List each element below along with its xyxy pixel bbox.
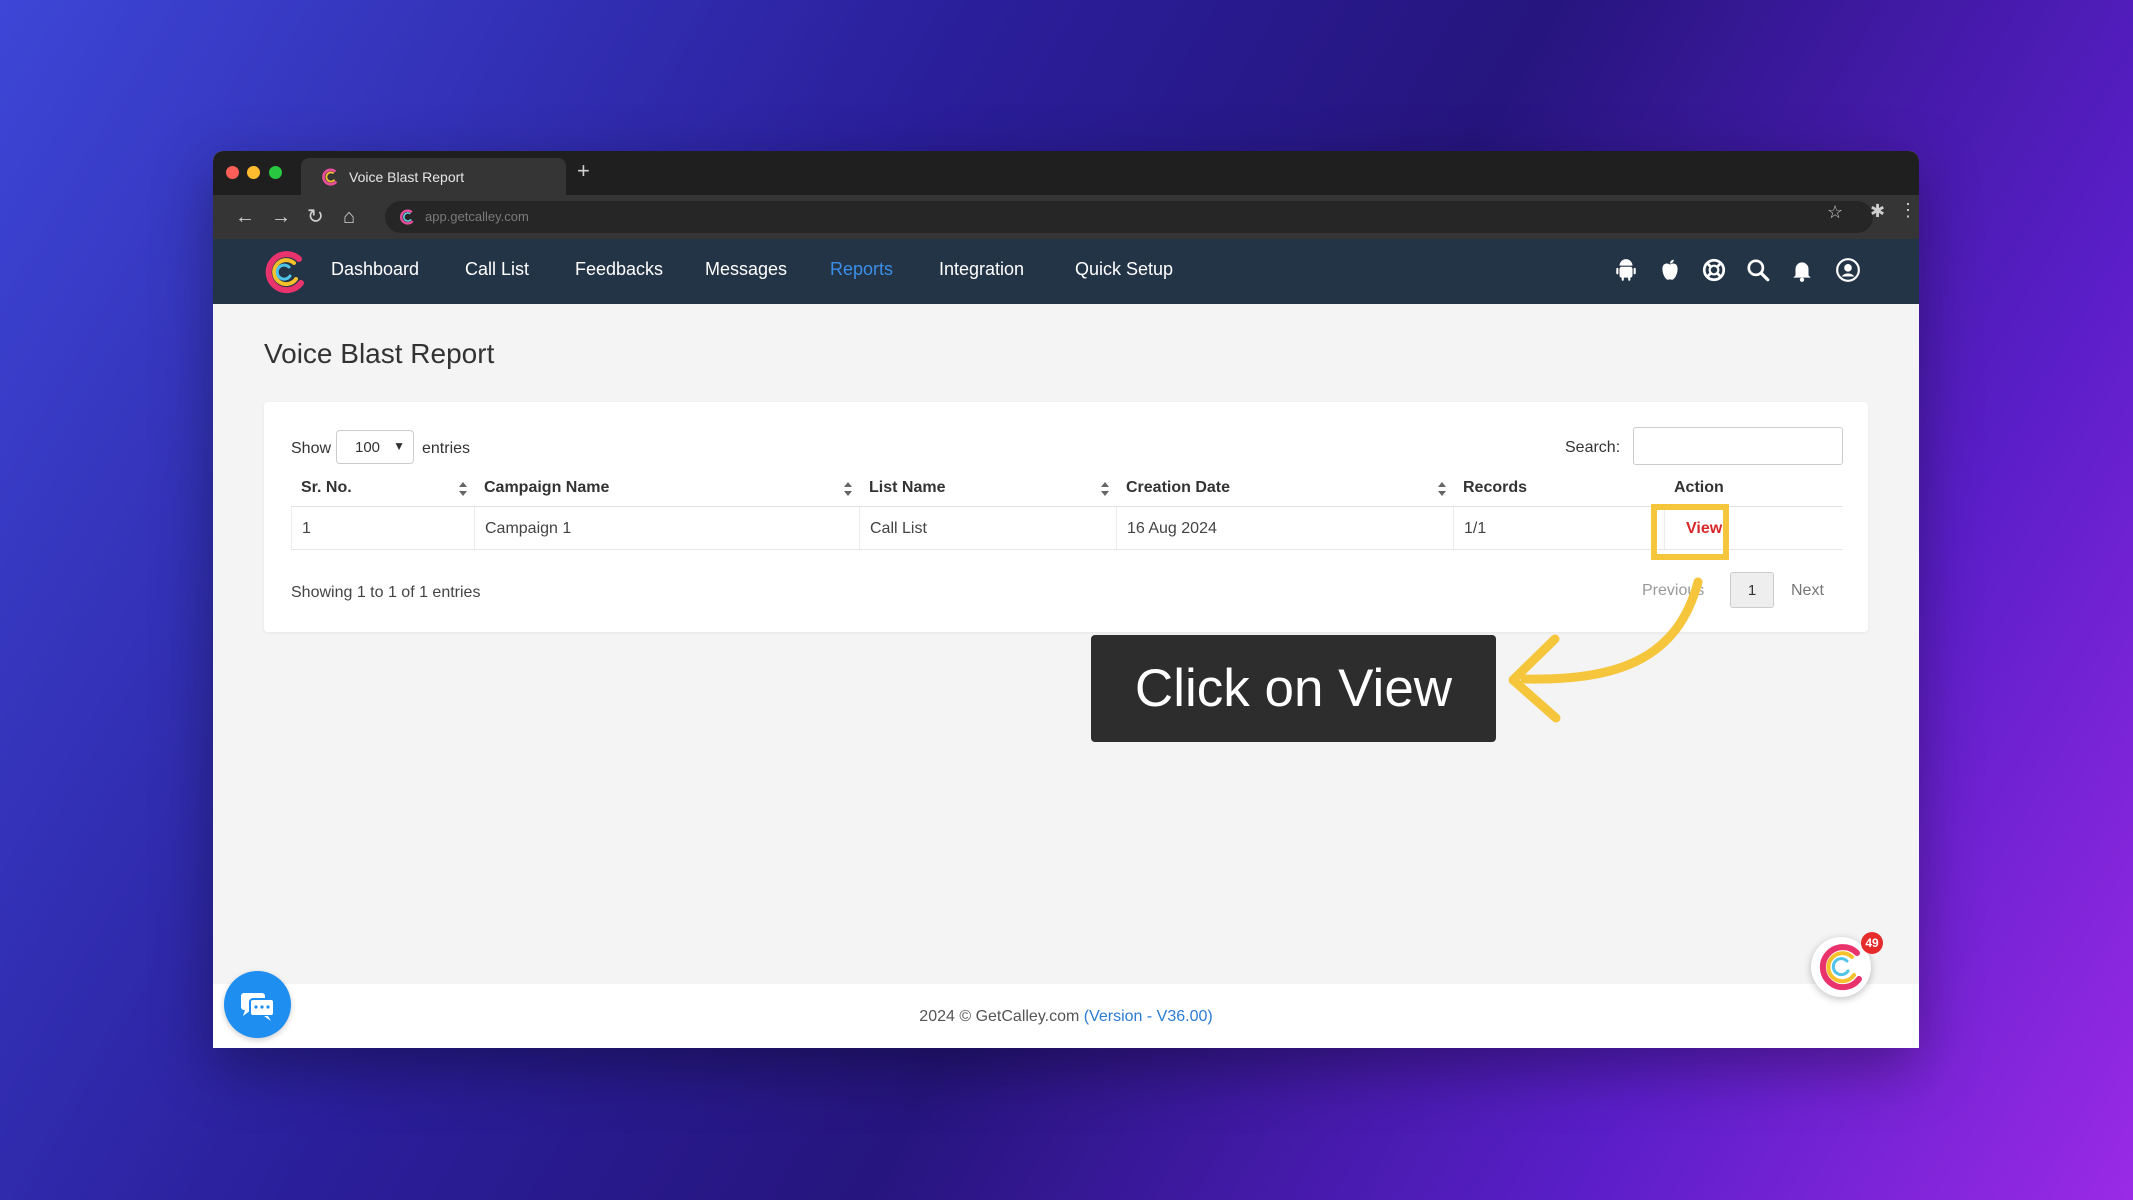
page-footer: 2024 © GetCalley.com (Version - V36.00) — [213, 984, 1919, 1048]
chat-support-button[interactable] — [224, 971, 291, 1038]
notification-count-badge: 49 — [1861, 932, 1883, 954]
instruction-callout: Click on View — [1091, 635, 1496, 742]
footer-text: 2024 © GetCalley.com (Version - V36.00) — [213, 1008, 1919, 1026]
footer-copyright: 2024 © GetCalley.com — [919, 1008, 1084, 1025]
footer-version-link[interactable]: (Version - V36.00) — [1084, 1008, 1213, 1025]
chat-bubbles-icon — [241, 993, 275, 1021]
annotation-arrow-icon — [1508, 577, 1703, 723]
browser-window: Voice Blast Report + ← → ↻ ⌂ app.getcall… — [213, 151, 1919, 1048]
